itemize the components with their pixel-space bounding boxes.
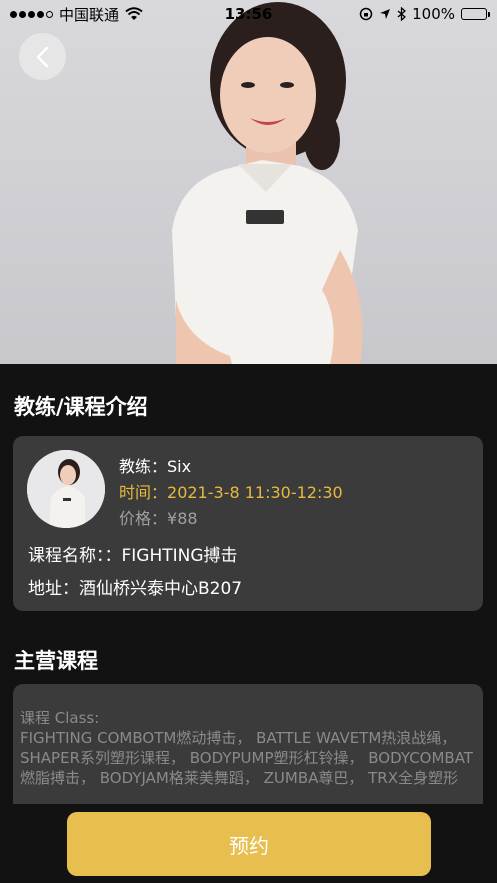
coach-photo-illustration <box>172 2 363 364</box>
coach-name: Six <box>167 457 192 476</box>
course-name-row: 课程名称：：FIGHTING搏击 <box>28 541 238 566</box>
status-bar-right: 100% <box>359 5 490 23</box>
courses-label: 课程 Class: <box>20 709 100 727</box>
time-row: 时间： 2021-3-8 11:30-12:30 <box>119 480 343 506</box>
section-title-coach-intro: 教练/课程介绍 <box>14 395 148 419</box>
address-row: 地址：酒仙桥兴泰中心B207 <box>28 574 242 599</box>
chevron-left-icon <box>36 46 48 67</box>
location-arrow-icon <box>380 9 391 19</box>
price-row: 价格： ¥88 <box>119 506 343 532</box>
main-courses-box: 课程 Class: FIGHTING COMBOTM燃动搏击， BATTLE W… <box>13 684 483 804</box>
signal-strength-icon <box>10 10 53 18</box>
bluetooth-icon <box>397 7 407 21</box>
bottom-action-bar: 预约 <box>0 804 497 883</box>
book-button[interactable]: 预约 <box>67 812 431 876</box>
address-value: 酒仙桥兴泰中心B207 <box>79 579 243 599</box>
price-value: ¥88 <box>167 509 198 528</box>
coach-label: 教练： <box>119 457 168 476</box>
course-name-label: 课程名称： <box>28 546 105 566</box>
time-label: 时间： <box>119 483 168 502</box>
wifi-icon <box>125 7 143 20</box>
status-bar-left: 中国联通 <box>10 4 143 25</box>
coach-avatar <box>27 450 105 528</box>
coach-avatar-image <box>27 450 105 528</box>
courses-description: FIGHTING COMBOTM燃动搏击， BATTLE WAVETM热浪战绳，… <box>20 729 473 787</box>
coach-hero-photo <box>0 0 497 364</box>
status-time: 13:56 <box>224 5 273 23</box>
section-title-main-courses: 主营课程 <box>14 649 98 673</box>
time-value: 2021-3-8 11:30-12:30 <box>167 483 343 502</box>
coach-row: 教练： Six <box>119 454 343 480</box>
back-button[interactable] <box>19 33 66 80</box>
coach-info-card: 教练： Six 时间： 2021-3-8 11:30-12:30 价格： ¥88… <box>13 436 483 611</box>
rotation-lock-icon <box>359 7 373 21</box>
address-label: 地址： <box>28 579 79 599</box>
battery-icon <box>461 8 490 20</box>
price-label: 价格： <box>119 509 168 528</box>
battery-percent: 100% <box>412 5 455 23</box>
course-name-value: ：FIGHTING搏击 <box>104 546 238 566</box>
carrier-name: 中国联通 <box>59 5 120 24</box>
coach-details: 教练： Six 时间： 2021-3-8 11:30-12:30 价格： ¥88 <box>119 454 343 532</box>
status-bar: 中国联通 13:56 100% <box>0 0 497 28</box>
